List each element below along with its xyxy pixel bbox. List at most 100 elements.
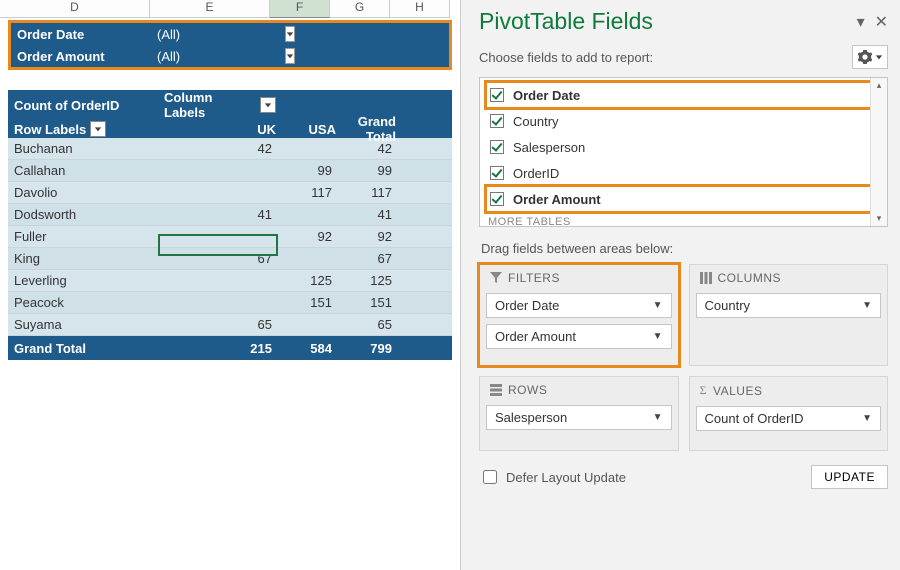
rows-area-title: ROWS: [508, 383, 547, 397]
scrollbar[interactable]: ▴ ▾: [870, 78, 887, 226]
grand-total-label: Grand Total: [8, 341, 158, 356]
table-row[interactable]: Davolio 117 117: [8, 182, 452, 204]
columns-area-title: COLUMNS: [718, 271, 782, 285]
filter-dropdown[interactable]: [285, 48, 295, 64]
drag-hint: Drag fields between areas below:: [481, 241, 888, 256]
area-field-chip[interactable]: Order Date▼: [486, 293, 672, 318]
row-label: Dodsworth: [8, 207, 158, 222]
pivot-table: Count of OrderID Column Labels Row Label…: [8, 90, 452, 360]
column-header[interactable]: D: [0, 0, 150, 18]
table-row[interactable]: Fuller 92 92: [8, 226, 452, 248]
report-filter-row: Order Amount (All): [11, 45, 449, 67]
chevron-down-icon[interactable]: ▼: [862, 413, 872, 424]
field-label: OrderID: [513, 166, 559, 181]
column-header[interactable]: E: [150, 0, 270, 18]
table-row[interactable]: Leverling 125 125: [8, 270, 452, 292]
filter-icon: [490, 272, 502, 284]
field-checkbox[interactable]: [490, 192, 504, 206]
choose-fields-text: Choose fields to add to report:: [479, 50, 653, 65]
table-row[interactable]: Buchanan 42 42: [8, 138, 452, 160]
field-item[interactable]: Salesperson: [486, 134, 881, 160]
row-label: Suyama: [8, 317, 158, 332]
chip-label: Order Amount: [495, 329, 576, 344]
more-tables[interactable]: MORE TABLES: [486, 216, 881, 227]
chevron-down-icon[interactable]: ▼: [862, 300, 872, 311]
filters-area[interactable]: FILTERS Order Date▼ Order Amount ▼: [479, 264, 679, 366]
field-checkbox[interactable]: [490, 166, 504, 180]
close-icon[interactable]: ✕: [875, 12, 888, 32]
chevron-down-icon[interactable]: ▼: [653, 412, 663, 423]
column-header[interactable]: H: [390, 0, 450, 18]
area-field-chip[interactable]: Count of OrderID ▼: [696, 406, 882, 431]
row-total: 67: [342, 251, 402, 266]
filter-label: Order Amount: [11, 49, 151, 64]
cell-value: 67: [158, 251, 282, 266]
rows-icon: [490, 384, 502, 396]
chip-label: Salesperson: [495, 410, 567, 425]
column-total: 215: [158, 341, 282, 356]
field-item[interactable]: OrderID: [486, 160, 881, 186]
area-field-chip[interactable]: Salesperson ▼: [486, 405, 672, 430]
row-label: Davolio: [8, 185, 158, 200]
row-total: 117: [342, 185, 402, 200]
defer-layout-checkbox[interactable]: Defer Layout Update: [479, 467, 626, 487]
cell-value: 125: [282, 273, 342, 288]
cell-value: 92: [282, 229, 342, 244]
table-row[interactable]: Callahan 99 99: [8, 160, 452, 182]
area-field-chip[interactable]: Country ▼: [696, 293, 882, 318]
column-labels-label: Column Labels: [164, 90, 254, 120]
columns-area[interactable]: COLUMNS Country ▼: [689, 264, 889, 366]
cell-value: 42: [158, 141, 282, 156]
table-row[interactable]: King 67 67: [8, 248, 452, 270]
column-labels-dropdown[interactable]: [260, 97, 276, 113]
row-label: Peacock: [8, 295, 158, 310]
cell-value: 151: [282, 295, 342, 310]
scroll-down-icon[interactable]: ▾: [877, 211, 882, 226]
sigma-icon: Σ: [700, 383, 707, 398]
area-field-chip[interactable]: Order Amount ▼: [486, 324, 672, 349]
grand-total-value: 799: [342, 341, 402, 356]
row-labels-dropdown[interactable]: [90, 121, 106, 137]
row-total: 42: [342, 141, 402, 156]
update-button[interactable]: UPDATE: [811, 465, 888, 489]
field-label: Salesperson: [513, 140, 585, 155]
chevron-down-icon[interactable]: ▼: [653, 300, 663, 311]
table-row[interactable]: Dodsworth 41 41: [8, 204, 452, 226]
rows-area[interactable]: ROWS Salesperson ▼: [479, 376, 679, 451]
table-row[interactable]: Suyama 65 65: [8, 314, 452, 336]
tools-dropdown[interactable]: [852, 45, 888, 69]
worksheet[interactable]: DEFGH Order Date (All) Order Amount (All…: [0, 0, 460, 570]
column-header-val: UK: [158, 122, 282, 137]
scroll-up-icon[interactable]: ▴: [877, 78, 882, 93]
chevron-down-icon[interactable]: ▼: [653, 331, 663, 342]
chip-label: Count of OrderID: [705, 411, 804, 426]
field-list[interactable]: Order Date Country Salesperson OrderID O…: [479, 77, 888, 227]
cell-value: 65: [158, 317, 282, 332]
filter-value: (All): [151, 49, 281, 64]
column-header[interactable]: F: [270, 0, 330, 18]
filter-label: Order Date: [11, 27, 151, 42]
field-checkbox[interactable]: [490, 88, 504, 102]
field-item[interactable]: Country: [486, 108, 881, 134]
pane-title: PivotTable Fields: [479, 8, 653, 35]
filter-dropdown[interactable]: [285, 26, 295, 42]
filters-area-title: FILTERS: [508, 271, 560, 285]
field-checkbox[interactable]: [490, 114, 504, 128]
row-label: Callahan: [8, 163, 158, 178]
row-label: Leverling: [8, 273, 158, 288]
field-item[interactable]: Order Date: [486, 82, 881, 108]
chip-label: Country: [705, 298, 751, 313]
column-headers: DEFGH: [0, 0, 460, 18]
field-item[interactable]: Order Amount: [486, 186, 881, 212]
cell-value: 41: [158, 207, 282, 222]
table-row[interactable]: Peacock 151 151: [8, 292, 452, 314]
field-label: Order Amount: [513, 192, 601, 207]
pivottable-fields-pane: PivotTable Fields ▾ ✕ Choose fields to a…: [460, 0, 900, 570]
column-header[interactable]: G: [330, 0, 390, 18]
row-total: 151: [342, 295, 402, 310]
values-area[interactable]: Σ VALUES Count of OrderID▼: [689, 376, 889, 451]
cell-value: 117: [282, 185, 342, 200]
minimize-icon[interactable]: ▾: [857, 12, 865, 32]
report-filter-row: Order Date (All): [11, 23, 449, 45]
field-checkbox[interactable]: [490, 140, 504, 154]
